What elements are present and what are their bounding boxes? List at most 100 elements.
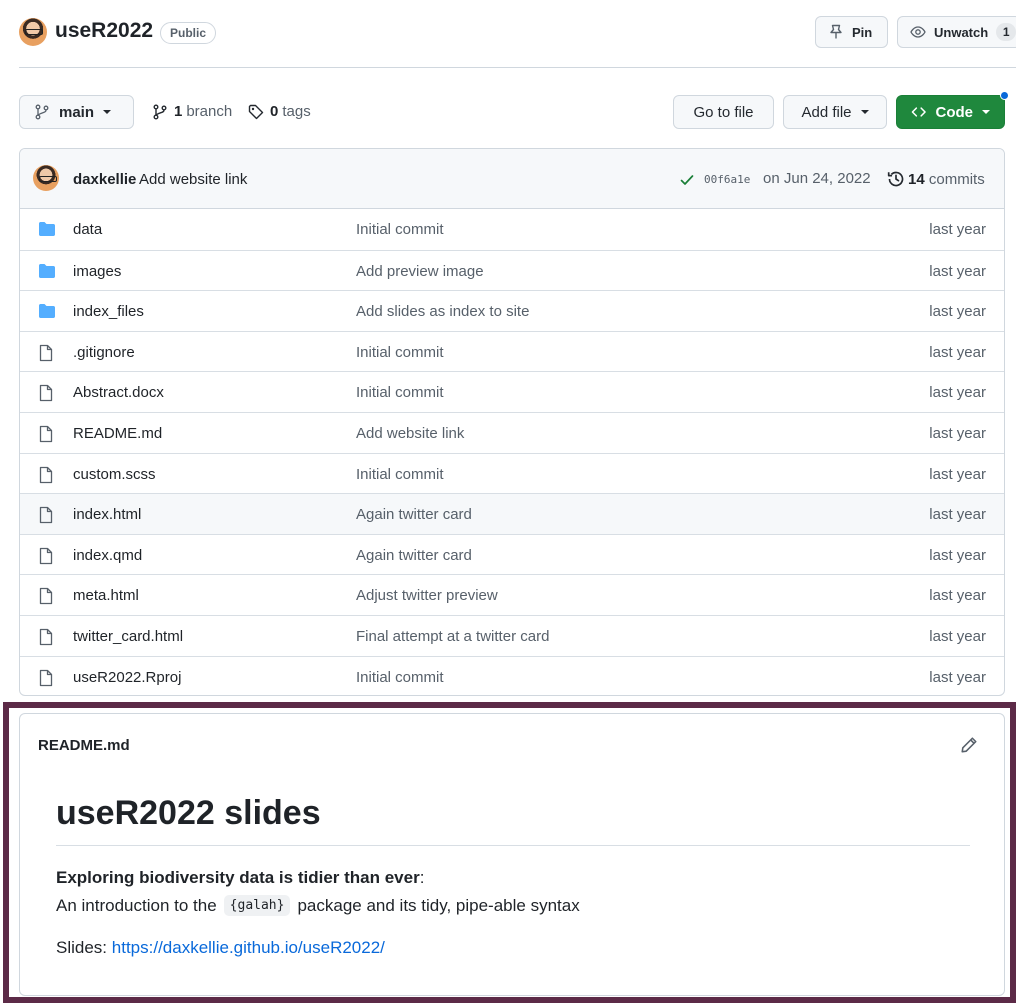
- file-commit-message[interactable]: Adjust twitter preview: [356, 587, 498, 604]
- file-icon: [38, 506, 54, 527]
- tags-link[interactable]: 0 tags: [248, 103, 311, 120]
- file-commit-message[interactable]: Final attempt at a twitter card: [356, 628, 549, 645]
- check-icon[interactable]: [679, 172, 695, 188]
- chevron-down-icon: [103, 110, 112, 114]
- tag-icon: [248, 104, 264, 119]
- commit-date: on Jun 24, 2022: [763, 170, 871, 187]
- file-name-link[interactable]: Abstract.docx: [73, 384, 164, 401]
- readme-heading: useR2022 slides: [56, 794, 321, 832]
- file-row[interactable]: meta.html Adjust twitter preview last year: [20, 574, 1004, 615]
- file-name-link[interactable]: README.md: [73, 425, 162, 442]
- folder-icon: [38, 221, 56, 240]
- watch-count: 1: [996, 23, 1016, 41]
- file-commit-message[interactable]: Add website link: [356, 425, 464, 442]
- branch-name: main: [59, 103, 95, 121]
- readme-slides-link[interactable]: https://daxkellie.github.io/useR2022/: [112, 938, 385, 957]
- file-row[interactable]: twitter_card.html Final attempt at a twit…: [20, 614, 1004, 656]
- git-branch-icon: [35, 104, 49, 120]
- file-age: last year: [929, 546, 986, 564]
- file-name-link[interactable]: useR2022.Rproj: [73, 669, 181, 686]
- commit-author[interactable]: daxkellie: [73, 171, 136, 188]
- repo-header: useR2022 Public Pin Unwatch 1: [0, 0, 1016, 68]
- folder-icon: [38, 263, 56, 282]
- file-row[interactable]: custom.scss Initial commit last year: [20, 452, 1004, 494]
- file-icon: [38, 384, 54, 405]
- pin-button[interactable]: Pin: [815, 16, 888, 48]
- file-row[interactable]: data Initial commit last year: [20, 209, 1004, 250]
- code-label: Code: [935, 103, 974, 121]
- repo-name[interactable]: useR2022: [55, 19, 153, 43]
- commit-message[interactable]: Add website link: [139, 171, 247, 188]
- file-commit-message[interactable]: Add slides as index to site: [356, 303, 529, 320]
- file-age: last year: [929, 627, 986, 645]
- file-icon: [38, 547, 54, 568]
- commits-link[interactable]: 14 commits: [908, 171, 985, 188]
- readme-filename[interactable]: README.md: [38, 737, 130, 754]
- commit-author-avatar[interactable]: [33, 165, 59, 191]
- file-icon: [38, 344, 54, 365]
- chevron-down-icon: [982, 110, 990, 114]
- add-file-label: Add file: [801, 103, 852, 121]
- pin-label: Pin: [852, 24, 873, 40]
- file-row[interactable]: README.md Add website link last year: [20, 411, 1004, 453]
- file-commit-message[interactable]: Initial commit: [356, 221, 444, 238]
- file-commit-message[interactable]: Initial commit: [356, 384, 444, 401]
- file-commit-message[interactable]: Again twitter card: [356, 506, 472, 523]
- tag-word: tags: [282, 103, 311, 120]
- file-row[interactable]: useR2022.Rproj Initial commit last year: [20, 655, 1004, 695]
- commit-sha[interactable]: 00f6a1e: [704, 173, 750, 186]
- file-row[interactable]: index.html Again twitter card last year: [20, 493, 1004, 534]
- file-name-link[interactable]: data: [73, 221, 102, 238]
- file-browser: daxkellie Add website link 00f6a1e on Ju…: [19, 148, 1005, 696]
- go-to-file-button[interactable]: Go to file: [673, 95, 774, 129]
- pencil-icon[interactable]: [960, 736, 978, 754]
- readme-bold-text: Exploring biodiversity data is tidier th…: [56, 868, 420, 887]
- unwatch-label: Unwatch: [934, 24, 989, 40]
- header-divider: [19, 67, 1016, 68]
- file-age: last year: [929, 343, 986, 361]
- latest-commit-bar: daxkellie Add website link 00f6a1e on Ju…: [20, 149, 1004, 209]
- history-icon[interactable]: [887, 170, 905, 188]
- file-age: last year: [929, 465, 986, 483]
- file-age: last year: [929, 303, 986, 321]
- file-name-link[interactable]: index.html: [73, 506, 141, 523]
- file-age: last year: [929, 424, 986, 442]
- readme-intro-line: An introduction to the {galah} package a…: [56, 895, 580, 916]
- file-list: data Initial commit last year images Add pre…: [20, 209, 1004, 695]
- file-commit-message[interactable]: Again twitter card: [356, 547, 472, 564]
- file-age: last year: [929, 506, 986, 524]
- owner-avatar[interactable]: [19, 18, 47, 46]
- file-name-link[interactable]: .gitignore: [73, 344, 135, 361]
- file-commit-message[interactable]: Initial commit: [356, 669, 444, 686]
- file-icon: [38, 425, 54, 446]
- code-button[interactable]: Code: [896, 95, 1005, 129]
- file-commit-message[interactable]: Initial commit: [356, 466, 444, 483]
- file-age: last year: [929, 668, 986, 686]
- file-commit-message[interactable]: Add preview image: [356, 263, 484, 280]
- file-row[interactable]: index_files Add slides as index to site la…: [20, 290, 1004, 331]
- branches-link[interactable]: 1 branch: [152, 103, 232, 120]
- file-commit-message[interactable]: Initial commit: [356, 344, 444, 361]
- file-name-link[interactable]: meta.html: [73, 587, 139, 604]
- commit-count: 14: [908, 171, 925, 188]
- readme-inline-code: {galah}: [223, 895, 291, 916]
- file-age: last year: [929, 262, 986, 280]
- file-row[interactable]: Abstract.docx Initial commit last year: [20, 371, 1004, 412]
- tag-count: 0: [270, 103, 279, 120]
- file-row[interactable]: images Add preview image last year: [20, 249, 1004, 291]
- add-file-button[interactable]: Add file: [783, 95, 887, 129]
- file-age: last year: [929, 221, 986, 238]
- unwatch-button[interactable]: Unwatch 1: [897, 16, 1016, 48]
- file-row[interactable]: .gitignore Initial commit last year: [20, 330, 1004, 372]
- file-name-link[interactable]: custom.scss: [73, 466, 156, 483]
- file-row[interactable]: index.qmd Again twitter card last year: [20, 533, 1004, 575]
- file-name-link[interactable]: images: [73, 263, 121, 280]
- file-name-link[interactable]: index.qmd: [73, 547, 142, 564]
- readme-heading-rule: [56, 845, 970, 846]
- folder-icon: [38, 303, 56, 322]
- file-name-link[interactable]: index_files: [73, 303, 144, 320]
- readme-panel: README.md useR2022 slides Exploring biod…: [19, 713, 1005, 996]
- file-age: last year: [929, 384, 986, 402]
- file-name-link[interactable]: twitter_card.html: [73, 628, 183, 645]
- branch-select-button[interactable]: main: [19, 95, 134, 129]
